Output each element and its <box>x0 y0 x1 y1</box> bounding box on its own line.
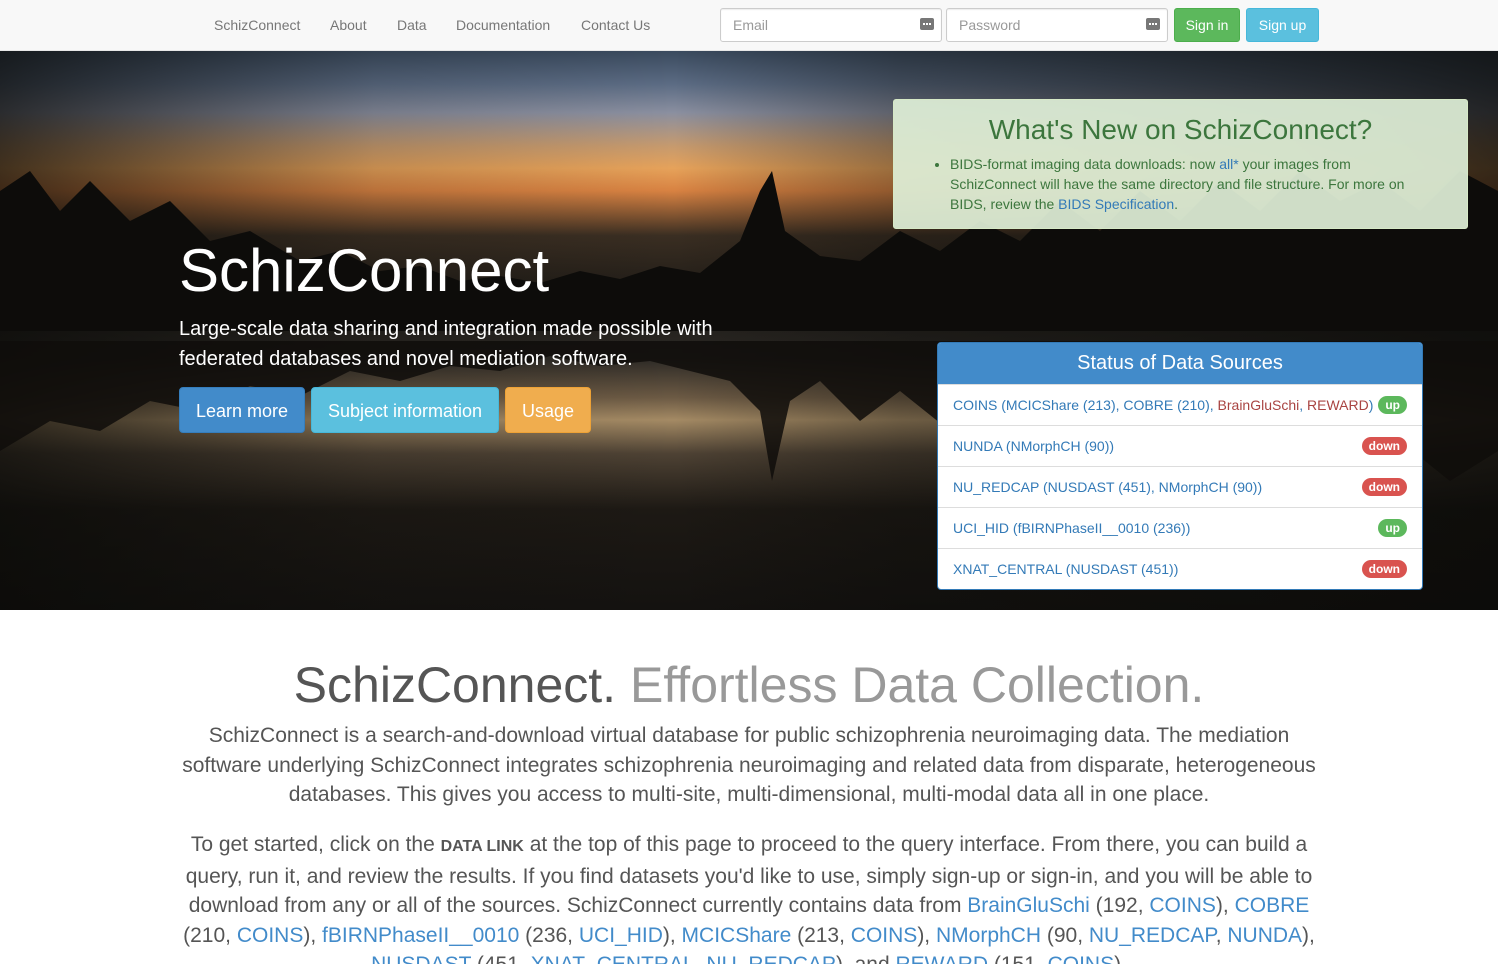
source-link[interactable]: XNAT_CENTRAL <box>531 953 695 964</box>
dataset-link[interactable]: NUSDAST (451) <box>1048 479 1151 495</box>
dataset-link[interactable]: COBRE (210) <box>1123 397 1209 413</box>
data-source-link[interactable]: XNAT_CENTRAL <box>953 561 1062 577</box>
status-rows: COINS (MCICShare (213), COBRE (210), Bra… <box>938 384 1422 589</box>
hero-title: SchizConnect <box>179 237 550 304</box>
whats-new-text: . <box>1174 196 1178 212</box>
whats-new-title: What's New on SchizConnect? <box>988 114 1373 145</box>
dataset-link[interactable]: MCICShare <box>682 924 792 947</box>
status-row: COINS (MCICShare (213), COBRE (210), Bra… <box>938 384 1422 425</box>
dataset-link[interactable]: NUSDAST (451) <box>1070 561 1173 577</box>
status-badge: up <box>1378 396 1407 414</box>
nav-data-link[interactable]: Data <box>397 17 427 33</box>
source-link[interactable]: COINS <box>851 924 918 947</box>
nav-contact-link[interactable]: Contact Us <box>581 17 650 33</box>
data-source-link[interactable]: UCI_HID <box>953 520 1009 536</box>
status-row: XNAT_CENTRAL (NUSDAST (451)) down <box>938 548 1422 589</box>
status-badge: up <box>1378 519 1407 537</box>
source-link[interactable]: NU_REDCAP <box>1089 924 1216 947</box>
hero-banner: SchizConnect Large-scale data sharing an… <box>0 51 1498 610</box>
whats-new-list: BIDS-format imaging data downloads: now … <box>950 154 1441 214</box>
source-link[interactable]: COINS <box>1149 894 1216 917</box>
password-manager-icon[interactable] <box>1146 18 1160 30</box>
email-placeholder: Email <box>733 17 769 33</box>
data-link-emphasis: DATA LINK <box>440 838 524 855</box>
source-link[interactable]: NU_REDCAP <box>706 953 836 964</box>
dataset-link[interactable]: COBRE <box>1235 894 1310 917</box>
get-started-paragraph: To get started, click on the DATA LINK a… <box>175 830 1323 964</box>
status-row: UCI_HID (fBIRNPhaseII__0010 (236)) up <box>938 507 1422 548</box>
status-row: NUNDA (NMorphCH (90)) down <box>938 425 1422 466</box>
dataset-link[interactable]: REWARD <box>895 953 988 964</box>
data-source-link[interactable]: NUNDA <box>953 438 1002 454</box>
dataset-link[interactable]: BrainGluSchi <box>967 894 1090 917</box>
usage-button[interactable]: Usage <box>505 387 591 433</box>
email-input[interactable]: Email <box>720 8 942 42</box>
nav-brand-link[interactable]: SchizConnect <box>214 17 300 33</box>
whats-new-alert: What's New on SchizConnect? BIDS-format … <box>893 99 1468 229</box>
status-badge: down <box>1361 478 1407 496</box>
status-panel-title: Status of Data Sources <box>938 343 1422 384</box>
nav-documentation-link[interactable]: Documentation <box>456 17 550 33</box>
unavailable-dataset: BrainGluSchi <box>1217 397 1300 413</box>
top-navbar: SchizConnect About Data Documentation Co… <box>0 0 1498 51</box>
status-row: NU_REDCAP (NUSDAST (451), NMorphCH (90))… <box>938 466 1422 507</box>
main-heading-text: SchizConnect. <box>293 657 617 713</box>
password-input[interactable]: Password <box>946 8 1168 42</box>
whats-new-text: BIDS-format imaging data downloads: now <box>950 156 1220 172</box>
unavailable-dataset: REWARD <box>1307 397 1369 413</box>
hero-subtitle: Large-scale data sharing and integration… <box>179 318 713 370</box>
whats-new-item: BIDS-format imaging data downloads: now … <box>950 154 1441 214</box>
dataset-link[interactable]: NUSDAST <box>371 953 471 964</box>
password-manager-icon[interactable] <box>920 18 934 30</box>
nav-about-link[interactable]: About <box>330 17 367 33</box>
source-link[interactable]: NUNDA <box>1227 924 1302 947</box>
sign-in-button[interactable]: Sign in <box>1174 8 1240 42</box>
intro-paragraph: SchizConnect is a search-and-download vi… <box>182 724 1316 806</box>
dataset-link[interactable]: MCICShare (213) <box>1006 397 1116 413</box>
source-link[interactable]: COINS <box>237 924 304 947</box>
dataset-link[interactable]: NMorphCH <box>936 924 1041 947</box>
bids-specification-link[interactable]: BIDS Specification <box>1058 196 1174 212</box>
source-link[interactable]: UCI_HID <box>579 924 663 947</box>
data-source-link[interactable]: COINS <box>953 397 997 413</box>
subject-information-button[interactable]: Subject information <box>311 387 499 433</box>
dataset-link[interactable]: fBIRNPhaseII__0010 (236) <box>1018 520 1186 536</box>
status-badge: down <box>1361 560 1407 578</box>
dataset-link[interactable]: fBIRNPhaseII__0010 <box>322 924 519 947</box>
main-heading-muted: Effortless Data Collection. <box>629 657 1205 713</box>
status-panel: Status of Data Sources COINS (MCICShare … <box>937 342 1423 590</box>
main-heading: SchizConnect. Effortless Data Collection… <box>0 656 1498 714</box>
data-source-link[interactable]: NU_REDCAP <box>953 479 1039 495</box>
password-placeholder: Password <box>959 17 1021 33</box>
source-link[interactable]: COINS <box>1048 953 1115 964</box>
paragraph-text: To get started, click on the <box>190 833 441 856</box>
status-badge: down <box>1361 437 1407 455</box>
dataset-link[interactable]: NMorphCH (90) <box>1011 438 1110 454</box>
dataset-link[interactable]: NMorphCH (90) <box>1159 479 1258 495</box>
learn-more-button[interactable]: Learn more <box>179 387 305 433</box>
all-link[interactable]: all* <box>1219 156 1238 172</box>
sign-up-button[interactable]: Sign up <box>1246 8 1319 42</box>
